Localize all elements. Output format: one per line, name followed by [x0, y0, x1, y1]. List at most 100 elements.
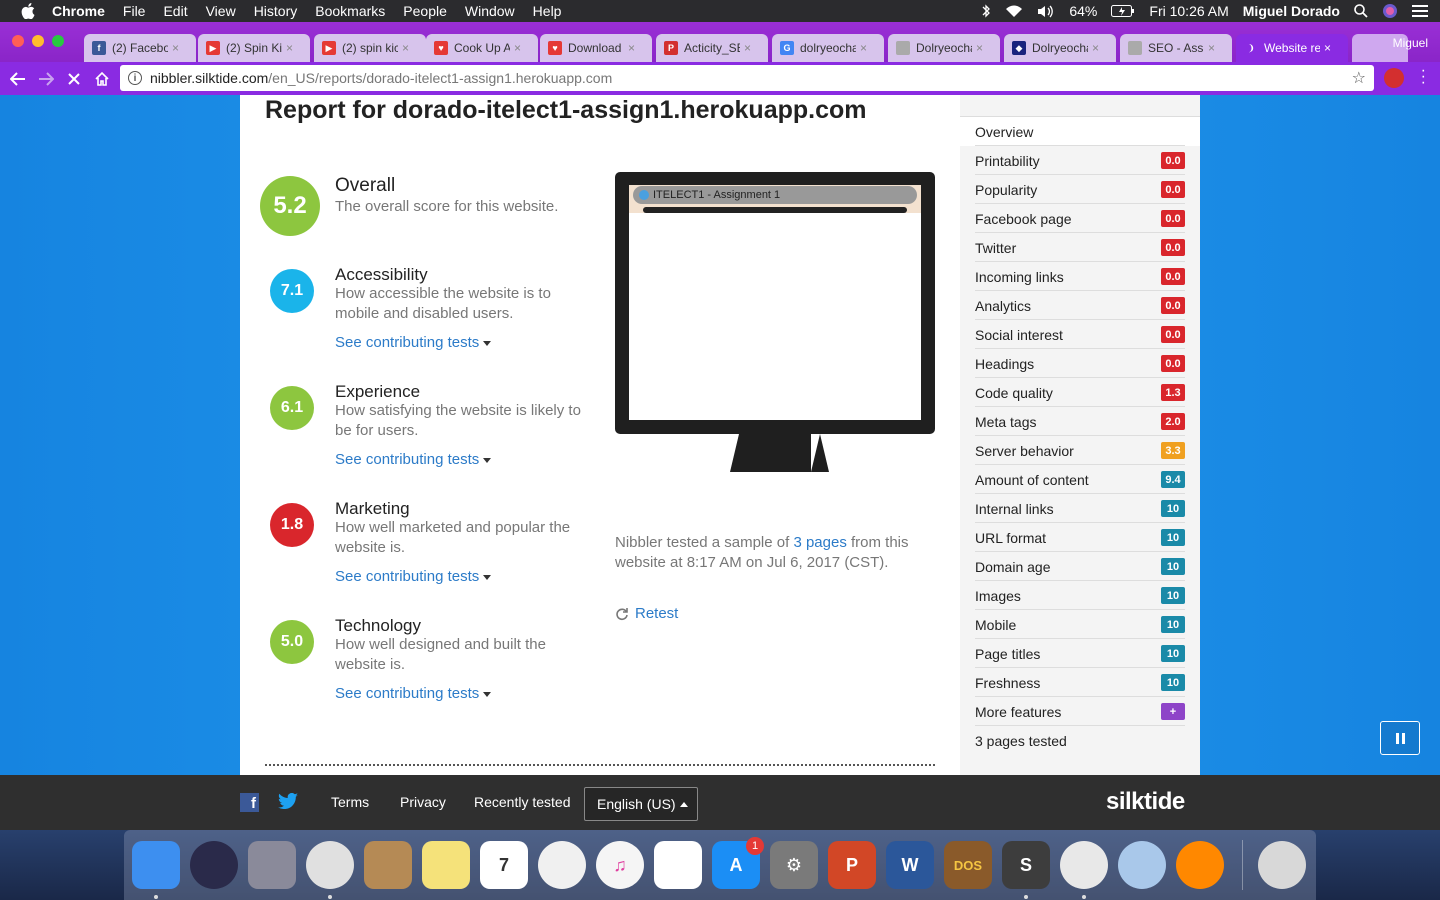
- browser-tab[interactable]: SEO - Assi ×: [1120, 34, 1232, 62]
- browser-tab[interactable]: ◆ Dolryeocha ×: [1004, 34, 1116, 62]
- trash-dock-icon[interactable]: [1258, 841, 1306, 889]
- contacts-dock-icon[interactable]: [364, 841, 412, 889]
- menu-view[interactable]: View: [206, 3, 236, 19]
- see-contributing-tests-link[interactable]: See contributing tests: [335, 685, 492, 702]
- sidebar-item-amount-of-content[interactable]: Amount of content 9.4: [960, 465, 1200, 494]
- sidebar-item-twitter[interactable]: Twitter 0.0: [960, 233, 1200, 262]
- browser-tab[interactable]: P Acticity_SE ×: [656, 34, 768, 62]
- dosbox-dock-icon[interactable]: DOS: [944, 841, 992, 889]
- tab-close-icon[interactable]: ×: [286, 41, 293, 55]
- tab-close-icon[interactable]: ×: [744, 41, 751, 55]
- silktide-logo[interactable]: silktide: [1106, 788, 1185, 816]
- tab-close-icon[interactable]: ×: [402, 41, 409, 55]
- sidebar-item-url-format[interactable]: URL format 10: [960, 523, 1200, 552]
- sidebar-item-overview[interactable]: Overview: [960, 117, 1200, 146]
- calendar-dock-icon[interactable]: 7: [480, 841, 528, 889]
- sidebar-item-meta-tags[interactable]: Meta tags 2.0: [960, 407, 1200, 436]
- forward-arrow-icon[interactable]: [32, 65, 60, 93]
- photos-dock-icon[interactable]: [538, 841, 586, 889]
- browser-tab[interactable]: ♥ Cook Up A ×: [426, 34, 538, 62]
- powerpoint-dock-icon[interactable]: P: [828, 841, 876, 889]
- menu-window[interactable]: Window: [465, 3, 515, 19]
- retest-link[interactable]: Retest: [615, 605, 678, 622]
- notification-center-icon[interactable]: [1412, 5, 1428, 17]
- footer-recently-tested-link[interactable]: Recently tested: [474, 794, 571, 810]
- home-icon[interactable]: [88, 65, 116, 93]
- sublime-text-dock-icon[interactable]: S: [1002, 841, 1050, 889]
- language-select[interactable]: English (US): [584, 787, 698, 821]
- notes-dock-icon[interactable]: [422, 841, 470, 889]
- back-arrow-icon[interactable]: [4, 65, 32, 93]
- menu-file[interactable]: File: [123, 3, 146, 19]
- menu-help[interactable]: Help: [533, 3, 562, 19]
- tab-close-icon[interactable]: ×: [1092, 41, 1099, 55]
- browser-tab[interactable]: Gdolryeocha ×: [772, 34, 884, 62]
- reminders-dock-icon[interactable]: [654, 841, 702, 889]
- siri-dock-icon[interactable]: [190, 841, 238, 889]
- launchpad-dock-icon[interactable]: [248, 841, 296, 889]
- pause-button[interactable]: [1380, 721, 1420, 755]
- minimize-window-button[interactable]: [32, 35, 44, 47]
- sidebar-item-freshness[interactable]: Freshness 10: [960, 668, 1200, 697]
- menu-edit[interactable]: Edit: [163, 3, 187, 19]
- tab-close-icon[interactable]: ×: [860, 41, 867, 55]
- chrome-menu-icon[interactable]: · · ·: [1421, 63, 1426, 91]
- sidebar-item-mobile[interactable]: Mobile 10: [960, 610, 1200, 639]
- sidebar-pages-tested[interactable]: 3 pages tested: [960, 726, 1200, 755]
- footer-terms-link[interactable]: Terms: [331, 794, 369, 810]
- sidebar-item-images[interactable]: Images 10: [960, 581, 1200, 610]
- word-dock-icon[interactable]: W: [886, 841, 934, 889]
- tab-close-icon[interactable]: ×: [976, 41, 983, 55]
- tab-close-icon[interactable]: ×: [1208, 41, 1215, 55]
- browser-tab[interactable]: ❩ Website re ×: [1236, 34, 1348, 62]
- sidebar-item-domain-age[interactable]: Domain age 10: [960, 552, 1200, 581]
- profile-name[interactable]: Miguel: [1393, 36, 1428, 50]
- vlc-dock-icon[interactable]: [1176, 841, 1224, 889]
- chrome-dock-icon[interactable]: [306, 841, 354, 889]
- close-window-button[interactable]: [12, 35, 24, 47]
- facebook-icon[interactable]: f: [240, 793, 259, 812]
- sidebar-item-more-features[interactable]: More features +: [960, 697, 1200, 726]
- see-contributing-tests-link[interactable]: See contributing tests: [335, 334, 492, 351]
- address-bar[interactable]: i nibbler.silktide.com/en_US/reports/dor…: [120, 65, 1374, 91]
- sidebar-item-incoming-links[interactable]: Incoming links 0.0: [960, 262, 1200, 291]
- see-contributing-tests-link[interactable]: See contributing tests: [335, 568, 492, 585]
- tab-close-icon[interactable]: ×: [172, 41, 179, 55]
- sidebar-item-social-interest[interactable]: Social interest 0.0: [960, 320, 1200, 349]
- extension-icon[interactable]: [1384, 68, 1404, 88]
- menu-bookmarks[interactable]: Bookmarks: [315, 3, 385, 19]
- sidebar-item-popularity[interactable]: Popularity 0.0: [960, 175, 1200, 204]
- see-contributing-tests-link[interactable]: See contributing tests: [335, 451, 492, 468]
- spotlight-search-icon[interactable]: [1354, 4, 1368, 18]
- sidebar-item-code-quality[interactable]: Code quality 1.3: [960, 378, 1200, 407]
- sidebar-item-headings[interactable]: Headings 0.0: [960, 349, 1200, 378]
- system-preferences-dock-icon[interactable]: ⚙: [770, 841, 818, 889]
- tab-close-icon[interactable]: ×: [1324, 41, 1331, 55]
- user-name[interactable]: Miguel Dorado: [1243, 3, 1340, 19]
- itunes-dock-icon[interactable]: ♫: [596, 841, 644, 889]
- sidebar-item-page-titles[interactable]: Page titles 10: [960, 639, 1200, 668]
- sidebar-item-facebook-page[interactable]: Facebook page 0.0: [960, 204, 1200, 233]
- menu-history[interactable]: History: [254, 3, 298, 19]
- menu-people[interactable]: People: [403, 3, 447, 19]
- volume-icon[interactable]: [1037, 5, 1055, 18]
- sidebar-item-internal-links[interactable]: Internal links 10: [960, 494, 1200, 523]
- apple-menu-icon[interactable]: [18, 1, 38, 21]
- bluetooth-icon[interactable]: [981, 4, 991, 18]
- tested-pages-link[interactable]: 3 pages: [793, 534, 846, 551]
- site-info-icon[interactable]: i: [128, 71, 142, 85]
- browser-tab[interactable]: ▶ (2) Spin Ki ×: [198, 34, 310, 62]
- zoom-window-button[interactable]: [52, 35, 64, 47]
- bookmark-star-icon[interactable]: ☆: [1352, 68, 1366, 88]
- browser-tab[interactable]: ▶ (2) spin kic ×: [314, 34, 426, 62]
- tab-close-icon[interactable]: ×: [628, 41, 635, 55]
- footer-privacy-link[interactable]: Privacy: [400, 794, 446, 810]
- stop-loading-icon[interactable]: [60, 65, 88, 93]
- sidebar-item-server-behavior[interactable]: Server behavior 3.3: [960, 436, 1200, 465]
- sidebar-item-printability[interactable]: Printability 0.0: [960, 146, 1200, 175]
- siri-icon[interactable]: [1382, 3, 1398, 19]
- browser-tab[interactable]: Dolryeocha ×: [888, 34, 1000, 62]
- virtualbox-dock-icon[interactable]: [1118, 841, 1166, 889]
- browser-tab[interactable]: f (2) Facebo ×: [84, 34, 196, 62]
- clock[interactable]: Fri 10:26 AM: [1149, 3, 1228, 19]
